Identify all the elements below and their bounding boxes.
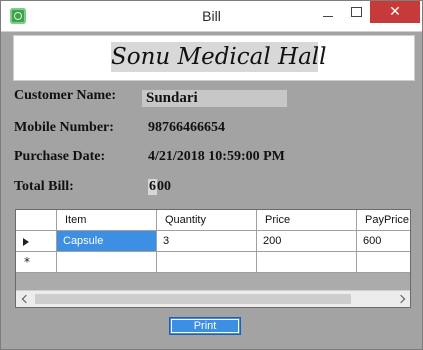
new-cell-item[interactable] — [57, 252, 157, 273]
grid-header-row: Item Quantity Price PayPrice — [16, 210, 410, 231]
cell-item[interactable]: Capsule — [57, 231, 157, 252]
app-icon — [10, 8, 26, 24]
minimize-button[interactable] — [314, 1, 342, 23]
grid-corner-header[interactable] — [16, 210, 57, 231]
current-row-arrow-icon — [23, 238, 29, 246]
purchase-date-label: Purchase Date: — [14, 149, 106, 164]
maximize-button[interactable] — [342, 1, 370, 23]
scroll-right-button[interactable] — [393, 291, 410, 307]
row-header[interactable] — [16, 231, 57, 252]
cell-quantity[interactable]: 3 — [157, 231, 257, 252]
total-bill-label: Total Bill: — [14, 179, 74, 194]
total-bill-value: 600 — [148, 179, 171, 195]
new-cell-quantity[interactable] — [157, 252, 257, 273]
title-bar[interactable]: Bill ✕ — [1, 1, 422, 32]
total-bill-highlight: 6 — [148, 179, 157, 195]
horizontal-scrollbar[interactable] — [16, 290, 410, 307]
shop-banner: Sonu Medical Hall — [13, 35, 415, 81]
cell-payprice[interactable]: 600 — [357, 231, 410, 252]
scroll-left-button[interactable] — [16, 291, 33, 307]
new-row[interactable]: * — [16, 252, 410, 273]
items-grid[interactable]: Item Quantity Price PayPrice Capsule 3 2… — [15, 209, 411, 308]
table-row[interactable]: Capsule 3 200 600 — [16, 231, 410, 252]
new-cell-payprice[interactable] — [357, 252, 410, 273]
column-header-payprice[interactable]: PayPrice — [357, 210, 410, 231]
mobile-number-value: 98766466654 — [148, 120, 225, 135]
chevron-left-icon — [21, 294, 30, 304]
new-row-header[interactable]: * — [16, 252, 57, 273]
close-icon: ✕ — [389, 4, 401, 20]
mobile-number-label: Mobile Number: — [14, 120, 114, 135]
scrollbar-thumb[interactable] — [35, 294, 351, 304]
cell-price[interactable]: 200 — [257, 231, 357, 252]
column-header-item[interactable]: Item — [57, 210, 157, 231]
new-row-star-icon: * — [24, 255, 30, 269]
column-header-price[interactable]: Price — [257, 210, 357, 231]
customer-name-field[interactable]: Sundari — [142, 90, 287, 107]
new-cell-price[interactable] — [257, 252, 357, 273]
print-button[interactable]: Print — [169, 317, 241, 335]
close-button[interactable]: ✕ — [370, 1, 420, 23]
total-bill-rest: 00 — [157, 179, 171, 194]
customer-name-label: Customer Name: — [14, 88, 116, 103]
bill-window: Bill ✕ Sonu Medical Hall Customer Name: … — [0, 0, 423, 350]
column-header-quantity[interactable]: Quantity — [157, 210, 257, 231]
purchase-date-value: 4/21/2018 10:59:00 PM — [148, 149, 285, 164]
shop-name: Sonu Medical Hall — [111, 42, 327, 72]
chevron-right-icon — [396, 294, 405, 304]
